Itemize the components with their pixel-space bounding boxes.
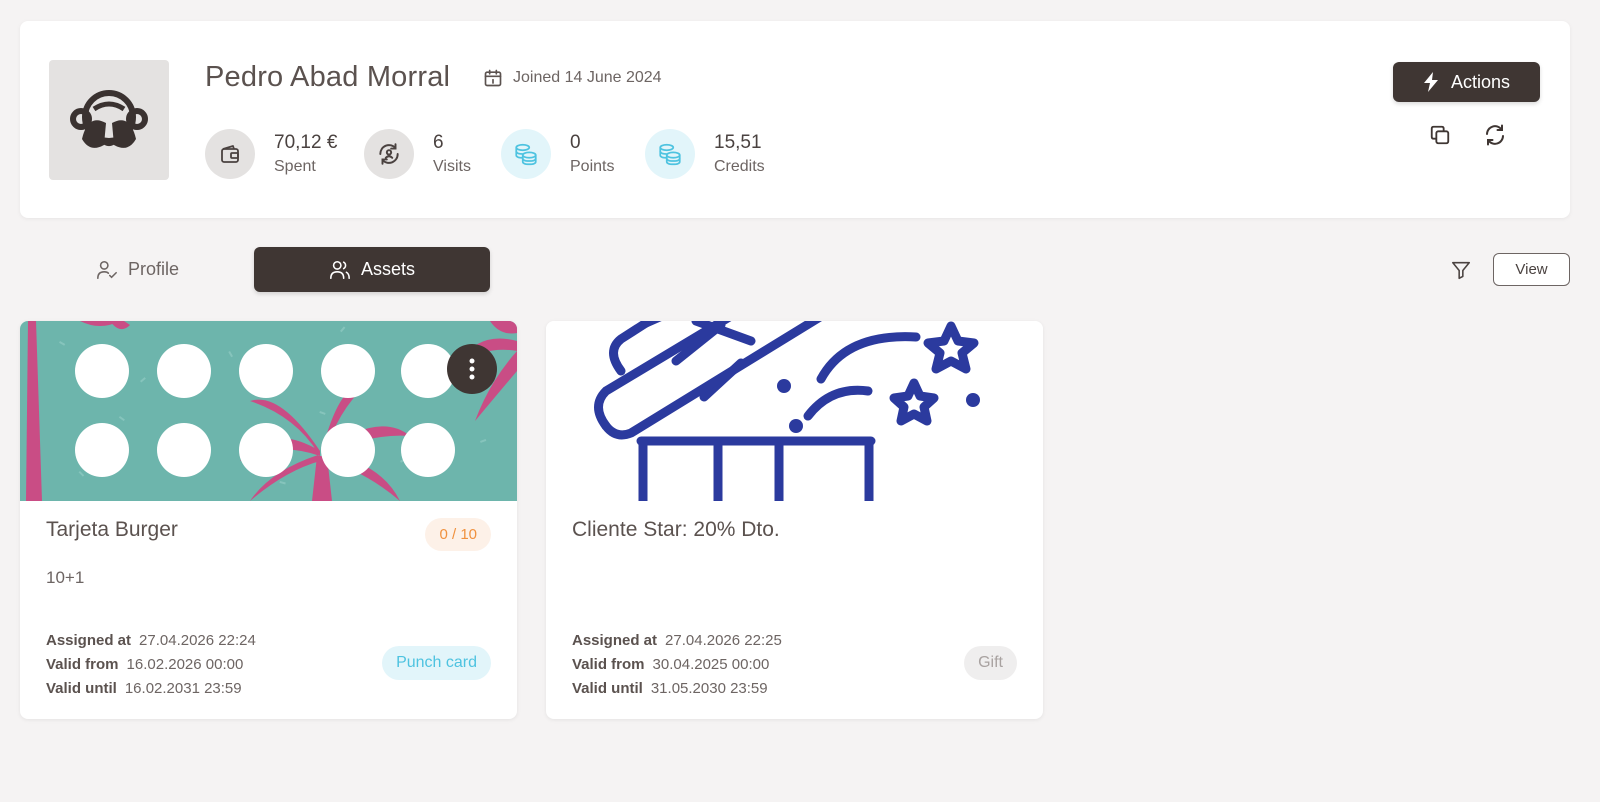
stat-points: 0 Points [501, 128, 614, 180]
asset-title: Tarjeta Burger [46, 518, 178, 541]
gift-box-image [546, 321, 1043, 501]
coins-icon [659, 143, 681, 166]
stat-label: Spent [274, 158, 316, 176]
asset-image [20, 321, 517, 501]
asset-card-punch[interactable]: Tarjeta Burger 0 / 10 10+1 Assigned at 27… [20, 321, 517, 719]
stat-label: Credits [714, 158, 765, 176]
copy-button[interactable] [1426, 121, 1454, 149]
stat-label: Visits [433, 158, 471, 176]
asset-description: 10+1 [46, 568, 85, 587]
asset-meta: Assigned at 27.04.2026 22:24 Valid from 16… [46, 629, 256, 701]
meta-value: 16.02.2031 23:59 [124, 680, 242, 697]
tab-label: Assets [360, 259, 416, 279]
users-icon [330, 260, 350, 279]
filter-icon [1451, 261, 1471, 280]
avatar [49, 60, 169, 180]
coins-icon [515, 143, 537, 166]
meta-value: 27.04.2026 22:24 [139, 632, 256, 649]
stat-visits: 6 Visits [364, 128, 471, 180]
meta-value: 27.04.2026 22:25 [665, 632, 782, 649]
meta-label: Valid until [46, 680, 117, 697]
user-check-icon [97, 260, 117, 279]
actions-button-label: Actions [1450, 71, 1511, 92]
valid-until-row: Valid until 16.02.2031 23:59 [46, 677, 256, 701]
customer-name: Pedro Abad Morral [205, 61, 451, 93]
stat-credits: 15,51 Credits [645, 128, 765, 180]
refresh-button[interactable] [1481, 121, 1509, 149]
monkey-see-no-evil-icon [70, 90, 148, 148]
copy-icon [1430, 125, 1450, 145]
wallet-icon [221, 145, 239, 163]
stat-value: 6 [433, 131, 444, 153]
asset-image [546, 321, 1043, 501]
meta-label: Assigned at [46, 632, 132, 649]
asset-meta: Assigned at 27.04.2026 22:25 Valid from 30… [572, 629, 782, 701]
asset-type-badge: Punch card [382, 646, 491, 680]
stat-value: 15,51 [714, 131, 762, 153]
asset-type-badge: Gift [964, 646, 1017, 680]
tab-profile[interactable]: Profile [20, 247, 255, 292]
valid-from-row: Valid from 16.02.2026 00:00 [46, 653, 256, 677]
punch-card-image [20, 321, 517, 501]
valid-from-row: Valid from 30.04.2025 00:00 [572, 653, 782, 677]
stat-icon-circle [364, 129, 414, 179]
assigned-at-row: Assigned at 27.04.2026 22:25 [572, 629, 782, 653]
meta-value: 30.04.2025 00:00 [652, 656, 770, 673]
meta-label: Valid from [46, 656, 119, 673]
stat-icon-circle [501, 129, 551, 179]
view-button[interactable]: View [1493, 253, 1570, 286]
lightning-icon [1423, 72, 1438, 92]
asset-title: Cliente Star: 20% Dto. [572, 518, 780, 541]
customer-header-card: Pedro Abad Morral Joined 14 June 2024 70… [20, 21, 1570, 218]
stat-spent: 70,12 € Spent [205, 128, 337, 180]
stat-icon-circle [645, 129, 695, 179]
valid-until-row: Valid until 31.05.2030 23:59 [572, 677, 782, 701]
joined-date: Joined 14 June 2024 [483, 68, 662, 88]
more-vertical-icon [469, 358, 475, 380]
progress-badge: 0 / 10 [425, 518, 491, 551]
tab-assets[interactable]: Assets [254, 247, 490, 292]
refresh-icon [1486, 124, 1504, 146]
stat-value: 70,12 € [274, 131, 338, 153]
joined-text: Joined 14 June 2024 [513, 69, 662, 86]
meta-label: Assigned at [572, 632, 658, 649]
actions-button[interactable]: Actions [1393, 62, 1540, 102]
stat-icon-circle [205, 129, 255, 179]
refresh-person-icon [379, 143, 399, 165]
asset-card-gift[interactable]: Cliente Star: 20% Dto. Assigned at 27.04.… [546, 321, 1043, 719]
meta-value: 31.05.2030 23:59 [650, 680, 768, 697]
more-options-button[interactable] [447, 344, 497, 394]
meta-value: 16.02.2026 00:00 [126, 656, 244, 673]
meta-label: Valid until [572, 680, 643, 697]
stat-value: 0 [570, 131, 581, 153]
calendar-icon [484, 69, 502, 87]
meta-label: Valid from [572, 656, 645, 673]
assigned-at-row: Assigned at 27.04.2026 22:24 [46, 629, 256, 653]
filter-button[interactable] [1450, 259, 1472, 281]
tab-label: Profile [127, 259, 180, 279]
stat-label: Points [570, 158, 615, 176]
